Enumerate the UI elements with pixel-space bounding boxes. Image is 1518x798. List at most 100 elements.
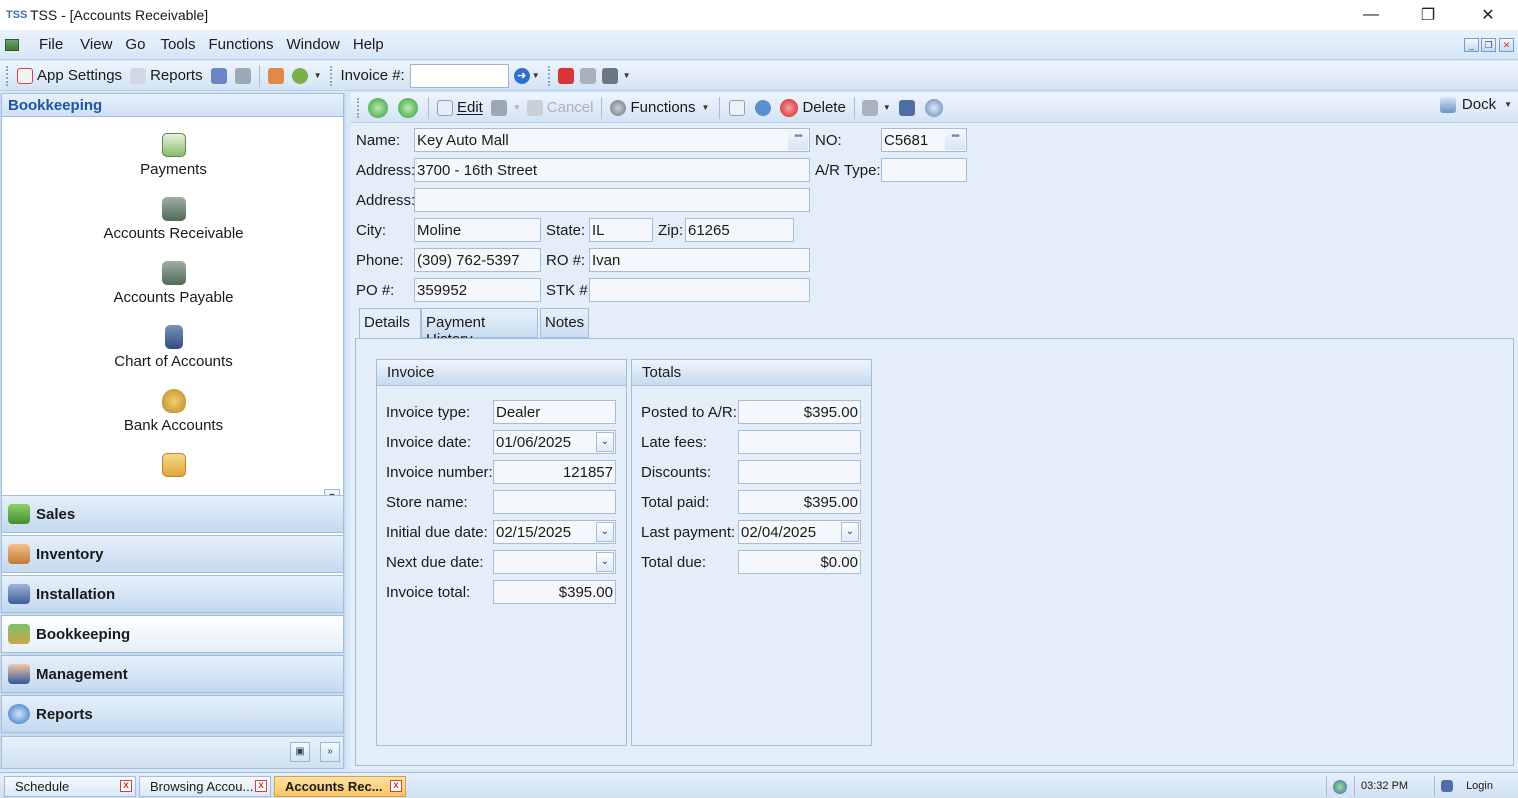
menu-help[interactable]: Help bbox=[353, 36, 393, 53]
toolbar-grip[interactable] bbox=[329, 65, 333, 86]
barcode-icon[interactable] bbox=[601, 67, 618, 84]
phone-field[interactable]: (309) 762-5397 bbox=[414, 248, 541, 272]
po-field[interactable]: 359952 bbox=[414, 278, 541, 302]
chevron-down-icon[interactable]: ⌄ bbox=[596, 552, 614, 572]
posted-to-ar-field[interactable]: $395.00 bbox=[738, 400, 861, 424]
toolbar-overflow-icon[interactable]: ▼ bbox=[621, 71, 633, 80]
stk-field[interactable] bbox=[589, 278, 810, 302]
app-settings-button[interactable]: App Settings bbox=[13, 67, 126, 84]
nav-item-payments[interactable]: Payments bbox=[2, 133, 345, 178]
tab-details[interactable]: Details bbox=[359, 308, 421, 339]
help-icon[interactable] bbox=[924, 98, 943, 117]
login-button[interactable]: Login bbox=[1434, 776, 1518, 797]
dock-button[interactable]: Dock ▼ bbox=[1439, 96, 1514, 113]
nav-item-partial[interactable] bbox=[2, 453, 345, 481]
tools-icon[interactable] bbox=[579, 67, 596, 84]
notes-doc-icon[interactable] bbox=[729, 99, 746, 116]
ro-field[interactable]: Ivan bbox=[589, 248, 810, 272]
next-record-icon[interactable] bbox=[398, 97, 418, 118]
name-field[interactable]: Key Auto Mall ••• bbox=[414, 128, 810, 152]
nav-item-accounts-receivable[interactable]: Accounts Receivable bbox=[2, 197, 345, 242]
chevron-down-icon[interactable]: ⌄ bbox=[596, 432, 614, 452]
nav-group-sales[interactable]: Sales bbox=[1, 495, 344, 533]
zip-field[interactable]: 61265 bbox=[685, 218, 794, 242]
no-lookup-ellipsis-icon[interactable]: ••• bbox=[945, 130, 965, 150]
nav-group-installation[interactable]: Installation bbox=[1, 575, 344, 613]
next-due-date-picker[interactable]: ⌄ bbox=[493, 550, 616, 574]
menu-file[interactable]: File bbox=[39, 36, 72, 53]
nav-more-chevron-icon[interactable]: » bbox=[320, 742, 340, 762]
find-binoculars-icon[interactable] bbox=[898, 99, 915, 116]
user-tool-icon[interactable] bbox=[267, 67, 284, 84]
nav-group-bookkeeping[interactable]: Bookkeeping bbox=[1, 615, 344, 653]
close-tab-icon[interactable]: x bbox=[390, 780, 402, 792]
chevron-down-icon[interactable]: ⌄ bbox=[841, 522, 859, 542]
close-tab-icon[interactable]: x bbox=[255, 780, 267, 792]
functions-button[interactable]: Functions ▼ bbox=[606, 99, 715, 116]
tab-notes[interactable]: Notes bbox=[540, 308, 589, 338]
close-tab-icon[interactable]: x bbox=[120, 780, 132, 792]
refresh-tool-icon[interactable] bbox=[234, 67, 251, 84]
ar-type-field[interactable] bbox=[881, 158, 967, 182]
save-disk-icon[interactable] bbox=[490, 99, 507, 116]
discounts-field[interactable] bbox=[738, 460, 861, 484]
tab-payment-history[interactable]: Payment History bbox=[421, 308, 538, 348]
globe-tool-icon[interactable] bbox=[291, 67, 308, 84]
toolbar-grip[interactable] bbox=[547, 65, 551, 86]
nav-options-icon[interactable]: ▣ bbox=[290, 742, 310, 762]
menu-go[interactable]: Go bbox=[125, 36, 154, 53]
invoice-type-field[interactable]: Dealer bbox=[493, 400, 616, 424]
menu-functions[interactable]: Functions bbox=[208, 36, 282, 53]
nav-group-management[interactable]: Management bbox=[1, 655, 344, 693]
store-name-field[interactable] bbox=[493, 490, 616, 514]
name-lookup-ellipsis-icon[interactable]: ••• bbox=[788, 130, 808, 150]
invoice-total-field[interactable]: $395.00 bbox=[493, 580, 616, 604]
nav-group-reports[interactable]: Reports bbox=[1, 695, 344, 733]
city-field[interactable]: Moline bbox=[414, 218, 541, 242]
address-line1-field[interactable]: 3700 - 16th Street bbox=[414, 158, 810, 182]
mdi-minimize-button[interactable]: _ bbox=[1464, 38, 1479, 52]
close-button[interactable]: ✕ bbox=[1465, 0, 1511, 30]
delete-button[interactable]: Delete bbox=[776, 98, 849, 117]
total-due-field[interactable]: $0.00 bbox=[738, 550, 861, 574]
map-icon[interactable] bbox=[557, 67, 574, 84]
toolbar-overflow-icon[interactable]: ▼ bbox=[530, 71, 542, 80]
app-menu-icon[interactable] bbox=[5, 38, 19, 51]
nav-group-inventory[interactable]: Inventory bbox=[1, 535, 344, 573]
no-field[interactable]: C5681 ••• bbox=[881, 128, 967, 152]
reports-button[interactable]: Reports bbox=[126, 67, 207, 84]
window-tab-schedule[interactable]: Schedule x bbox=[4, 776, 136, 797]
previous-record-icon[interactable] bbox=[368, 97, 388, 118]
minimize-button[interactable]: — bbox=[1348, 0, 1394, 30]
initial-due-date-picker[interactable]: 02/15/2025 ⌄ bbox=[493, 520, 616, 544]
last-payment-date-picker[interactable]: 02/04/2025 ⌄ bbox=[738, 520, 861, 544]
toolbar-overflow-icon[interactable]: ▼ bbox=[312, 71, 324, 80]
menu-view[interactable]: View bbox=[80, 36, 121, 53]
save-dropdown-icon[interactable]: ▼ bbox=[511, 103, 523, 112]
nav-item-accounts-payable[interactable]: Accounts Payable bbox=[2, 261, 345, 306]
window-tab-browsing[interactable]: Browsing Accou... x bbox=[139, 776, 271, 797]
invoice-number-input[interactable] bbox=[409, 63, 509, 88]
menu-tools[interactable]: Tools bbox=[160, 36, 204, 53]
address-line2-field[interactable] bbox=[414, 188, 810, 212]
toolbar-grip[interactable] bbox=[357, 97, 360, 118]
chevron-down-icon[interactable]: ⌄ bbox=[596, 522, 614, 542]
binoculars-icon[interactable] bbox=[210, 67, 227, 84]
print-dropdown-icon[interactable]: ▼ bbox=[881, 103, 893, 112]
nav-item-chart-of-accounts[interactable]: Chart of Accounts bbox=[2, 325, 345, 370]
menu-window[interactable]: Window bbox=[287, 36, 349, 53]
mdi-restore-button[interactable]: ❐ bbox=[1481, 38, 1496, 52]
cancel-button[interactable]: Cancel bbox=[523, 99, 598, 116]
restore-button[interactable]: ❐ bbox=[1405, 0, 1451, 30]
printer-icon[interactable] bbox=[861, 99, 878, 116]
edit-button[interactable]: Edit bbox=[433, 99, 487, 116]
nav-item-bank-accounts[interactable]: Bank Accounts bbox=[2, 389, 345, 434]
state-field[interactable]: IL bbox=[589, 218, 653, 242]
mdi-close-button[interactable]: ✕ bbox=[1499, 38, 1514, 52]
invoice-date-picker[interactable]: 01/06/2025 ⌄ bbox=[493, 430, 616, 454]
go-arrow-icon[interactable]: ➜ bbox=[513, 67, 530, 84]
invoice-number-field[interactable]: 121857 bbox=[493, 460, 616, 484]
refresh-icon[interactable] bbox=[755, 99, 772, 116]
window-tab-accounts-receivable[interactable]: Accounts Rec... x bbox=[274, 776, 406, 797]
late-fees-field[interactable] bbox=[738, 430, 861, 454]
